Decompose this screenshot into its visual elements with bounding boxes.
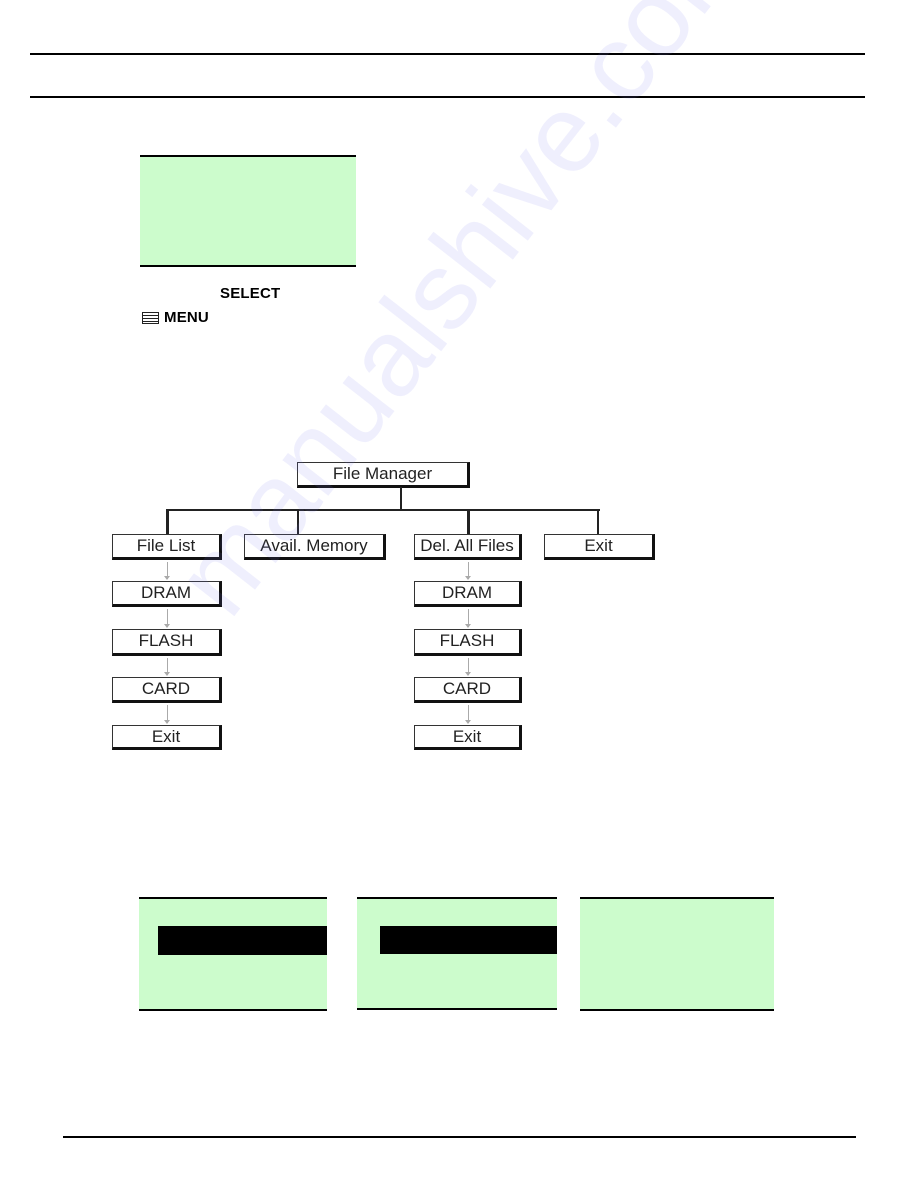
- arrow-down-icon: [465, 562, 471, 580]
- diagram-root-file-manager: File Manager: [297, 462, 470, 488]
- lcd-display-main: [140, 155, 356, 267]
- diagram-node-file-list: File List: [112, 534, 222, 560]
- diagram-node-del-flash: FLASH: [414, 629, 522, 656]
- lcd-screen-3: [580, 897, 774, 1011]
- header-top-rule: [30, 53, 865, 55]
- connector-exit: [597, 509, 599, 535]
- diagram-node-file-list-flash: FLASH: [112, 629, 222, 656]
- header-bottom-rule: [30, 96, 865, 98]
- diagram-node-exit: Exit: [544, 534, 655, 560]
- connector-avail-memory: [297, 509, 299, 535]
- diagram-node-del-all-files: Del. All Files: [414, 534, 522, 560]
- diagram-node-avail-memory: Avail. Memory: [244, 534, 386, 560]
- connector-horizontal: [166, 509, 600, 511]
- lcd-highlight-bar: [380, 926, 557, 954]
- diagram-node-file-list-dram: DRAM: [112, 581, 222, 607]
- lcd-screen-2: [357, 897, 557, 1010]
- diagram-node-file-list-card: CARD: [112, 677, 222, 703]
- diagram-node-file-list-exit: Exit: [112, 725, 222, 750]
- footer-rule: [63, 1136, 856, 1138]
- select-key-label: SELECT: [220, 285, 281, 302]
- arrow-down-icon: [164, 562, 170, 580]
- arrow-down-icon: [164, 609, 170, 628]
- connector-file-list: [166, 509, 169, 535]
- menu-list-icon: [142, 312, 159, 324]
- connector-del-all-files: [467, 509, 470, 535]
- lcd-highlight-bar: [158, 926, 327, 955]
- menu-key-label: MENU: [164, 309, 209, 326]
- lcd-screen-1: [139, 897, 327, 1011]
- arrow-down-icon: [465, 705, 471, 724]
- arrow-down-icon: [164, 658, 170, 676]
- connector-root-down: [400, 487, 402, 511]
- arrow-down-icon: [164, 705, 170, 724]
- arrow-down-icon: [465, 609, 471, 628]
- arrow-down-icon: [465, 658, 471, 676]
- diagram-node-del-card: CARD: [414, 677, 522, 703]
- diagram-node-del-dram: DRAM: [414, 581, 522, 607]
- diagram-node-del-exit: Exit: [414, 725, 522, 750]
